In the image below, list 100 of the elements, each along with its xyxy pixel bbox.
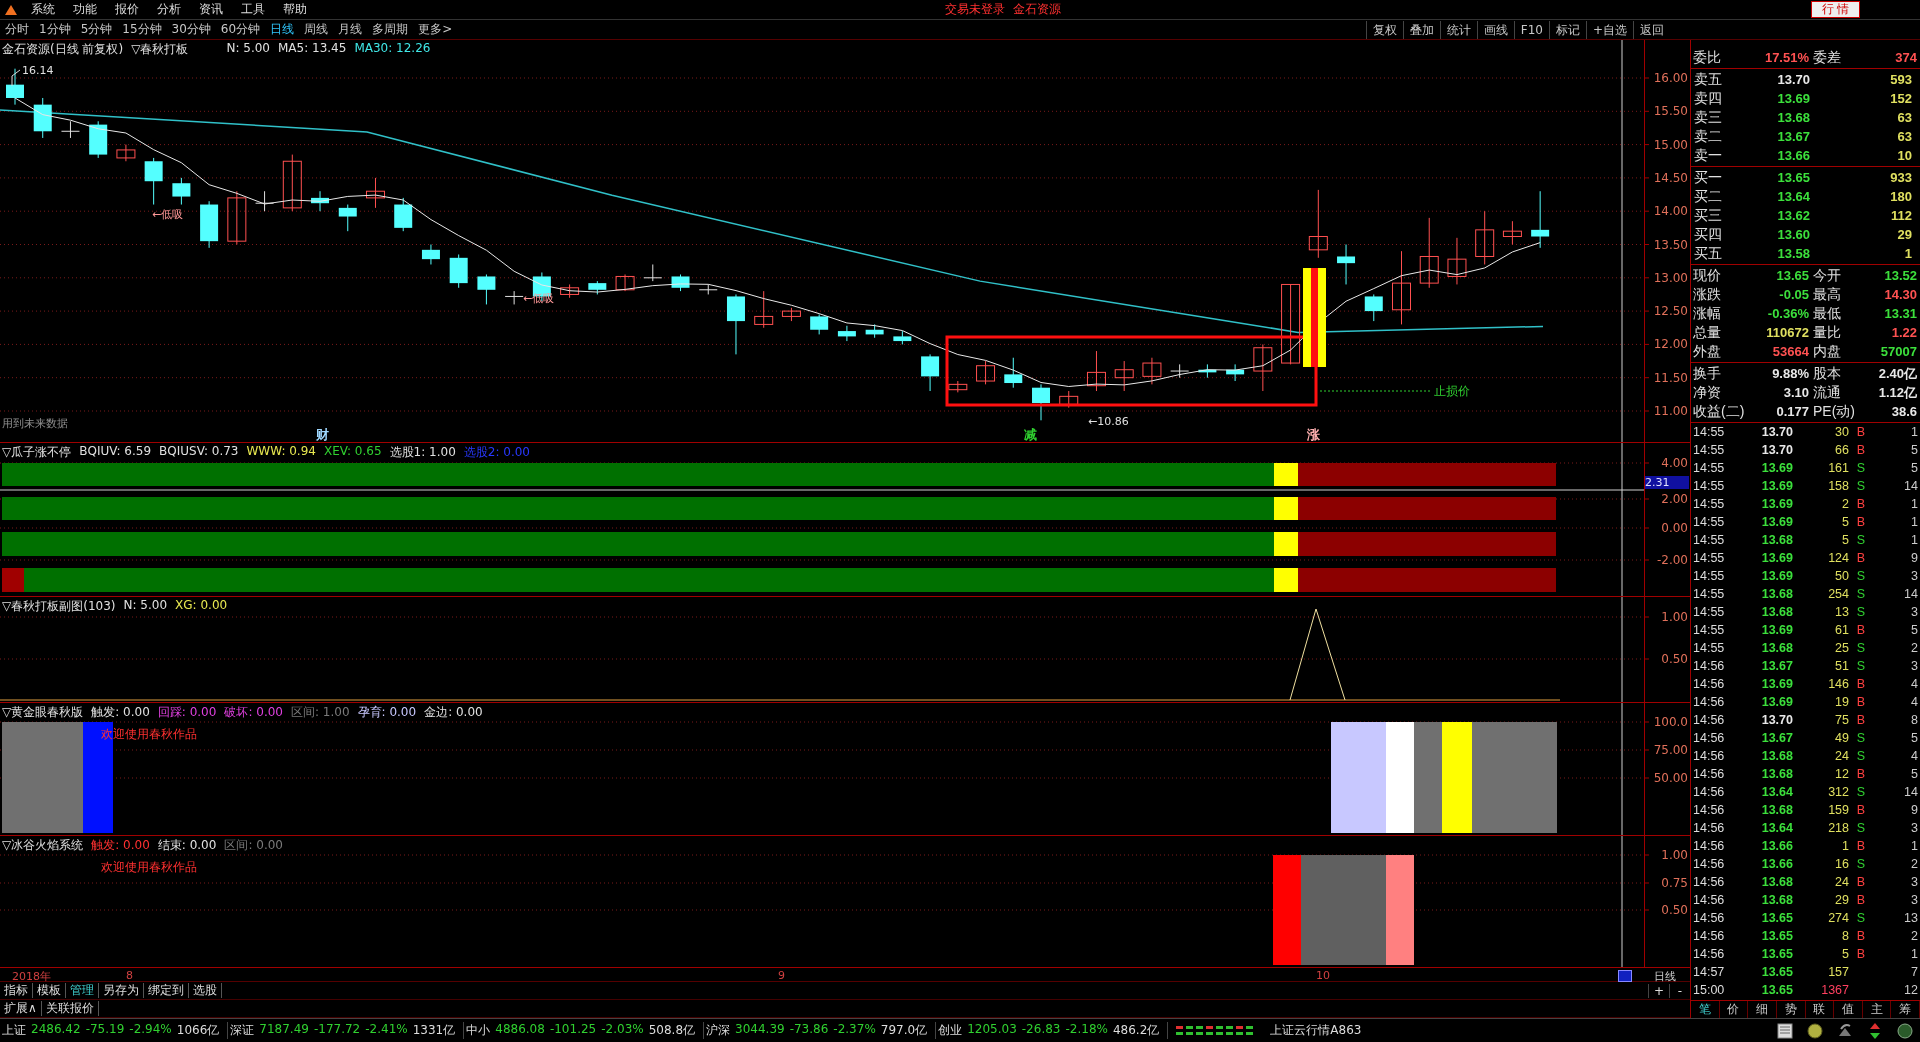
period-tab[interactable]: 1分钟 xyxy=(34,21,76,39)
tick-time: 14:56 xyxy=(1693,947,1726,962)
candlestick xyxy=(1086,350,1106,392)
candlestick xyxy=(615,274,635,292)
order-volume: 63 xyxy=(1896,110,1912,126)
coin-icon[interactable] xyxy=(1806,1021,1824,1040)
period-tab[interactable]: 多周期 xyxy=(367,21,414,39)
toolbar-button[interactable]: 统计 xyxy=(1439,20,1477,39)
cloud-status: 上证云行情A863 xyxy=(1269,1022,1362,1040)
zoom-button[interactable]: + xyxy=(1648,983,1669,998)
tick-price: 13.67 xyxy=(1760,659,1793,674)
index-percent: -2.18% xyxy=(1065,1022,1108,1039)
indicator-tab[interactable]: 管理 xyxy=(66,983,99,999)
index-amount: 797.0亿 xyxy=(880,1022,928,1040)
quote-value: 374 xyxy=(1894,50,1917,66)
period-tab[interactable]: 15分钟 xyxy=(117,21,167,39)
menu-item[interactable]: 系统 xyxy=(22,1,64,19)
order-volume: 180 xyxy=(1889,189,1912,205)
quote-label: 涨跌 xyxy=(1693,286,1721,304)
extra-tab[interactable]: 关联报价 xyxy=(41,1001,99,1017)
toolbar-button[interactable]: 叠加 xyxy=(1402,20,1440,39)
candlestick xyxy=(60,120,80,139)
order-level-label: 买二 xyxy=(1694,188,1722,206)
indicator-value: 触发: 0.00 xyxy=(91,704,150,722)
tick-direction: B xyxy=(1855,623,1867,638)
period-tab[interactable]: 周线 xyxy=(299,21,334,39)
tick-price: 13.65 xyxy=(1760,929,1793,944)
tick-time: 14:56 xyxy=(1693,839,1726,854)
tick-price: 13.70 xyxy=(1760,713,1793,728)
tick-volume: 2 xyxy=(1841,497,1849,512)
order-level-label: 卖四 xyxy=(1694,90,1722,108)
axis-toggle-button[interactable] xyxy=(1618,970,1632,983)
status-knob-icon[interactable] xyxy=(1896,1021,1914,1040)
indicator-value: N: 5.00 xyxy=(123,598,168,615)
menu-item[interactable]: 资讯 xyxy=(190,1,232,19)
period-tab[interactable]: 日线 xyxy=(265,21,300,39)
period-label: 日线 xyxy=(1654,969,1676,985)
tick-direction: B xyxy=(1855,425,1867,440)
indicator-tab[interactable]: 模板 xyxy=(33,983,66,999)
order-volume: 593 xyxy=(1889,72,1912,88)
menu-item[interactable]: 功能 xyxy=(64,1,106,19)
extra-tab[interactable]: 扩展∧ xyxy=(0,1001,42,1017)
order-volume: 29 xyxy=(1896,227,1912,243)
period-tab[interactable]: 分时 xyxy=(0,21,34,39)
high-marker: 16.14 xyxy=(22,64,54,78)
tick-price: 13.67 xyxy=(1760,731,1793,746)
menu-item[interactable]: 分析 xyxy=(148,1,190,19)
indicator-tab[interactable]: 另存为 xyxy=(99,983,144,999)
toolbar-button[interactable]: 返回 xyxy=(1633,20,1670,39)
tick-price: 13.66 xyxy=(1760,839,1793,854)
panel-title: ▽冰谷火焰系统 xyxy=(2,837,84,855)
index-amount: 508.8亿 xyxy=(648,1022,696,1040)
panel-title: ▽黄金眼春秋版 xyxy=(2,704,84,722)
toolbar-button[interactable]: 画线 xyxy=(1476,20,1514,39)
menu-item[interactable]: 帮助 xyxy=(274,1,316,19)
tick-time: 15:00 xyxy=(1693,983,1726,998)
menu-item[interactable]: 工具 xyxy=(232,1,274,19)
period-tab[interactable]: 月线 xyxy=(333,21,368,39)
indicator-tab[interactable]: 指标 xyxy=(0,983,33,999)
index-name: 深证 xyxy=(230,1022,255,1040)
period-tab[interactable]: 5分钟 xyxy=(75,21,118,39)
toolbar-button[interactable]: +自选 xyxy=(1585,20,1633,39)
axis-label: 13.00 xyxy=(1653,270,1688,285)
quote-value: 57007 xyxy=(1879,344,1917,360)
indicator-tab[interactable]: 绑定到 xyxy=(144,983,189,999)
indicator-tab[interactable]: 选股 xyxy=(189,983,222,999)
tick-volume: 5 xyxy=(1841,533,1849,548)
period-tab[interactable]: 30分钟 xyxy=(166,21,216,39)
tick-count: 13 xyxy=(1903,911,1919,926)
low-marker: ←10.86 xyxy=(1088,415,1129,429)
menu-item[interactable]: 报价 xyxy=(106,1,148,19)
index-percent: -2.37% xyxy=(833,1022,876,1039)
toolbar-button[interactable]: 复权 xyxy=(1365,20,1403,39)
tick-volume: 25 xyxy=(1834,641,1849,656)
tick-count: 3 xyxy=(1910,821,1919,836)
tick-price: 13.69 xyxy=(1760,623,1793,638)
period-tab[interactable]: 60分钟 xyxy=(215,21,266,39)
list-icon[interactable] xyxy=(1776,1021,1794,1040)
toolbar-button[interactable]: 标记 xyxy=(1548,20,1586,39)
tick-price: 13.69 xyxy=(1760,515,1793,530)
index-value: 1205.03 xyxy=(967,1022,1017,1039)
tick-count: 2 xyxy=(1910,929,1919,944)
order-level-label: 买三 xyxy=(1694,207,1722,225)
quote-button[interactable]: 行 情 xyxy=(1810,1,1860,19)
quote-value: -0.05 xyxy=(1778,287,1809,303)
tick-time: 14:55 xyxy=(1693,533,1726,548)
tick-time: 14:55 xyxy=(1693,497,1726,512)
order-price: 13.58 xyxy=(1776,246,1810,262)
tick-price: 13.69 xyxy=(1760,497,1793,512)
order-price: 13.69 xyxy=(1776,91,1810,107)
order-price: 13.64 xyxy=(1776,189,1810,205)
candlestick xyxy=(1531,190,1550,249)
tick-volume: 24 xyxy=(1834,749,1849,764)
tick-price: 13.68 xyxy=(1760,533,1793,548)
period-tab[interactable]: 更多> xyxy=(413,21,458,39)
toolbar-button[interactable]: F10 xyxy=(1513,20,1549,39)
indicator-value: WWW: 0.94 xyxy=(246,444,316,461)
order-price: 13.65 xyxy=(1776,170,1810,186)
tick-price: 13.69 xyxy=(1760,461,1793,476)
quote-label: 净资 xyxy=(1693,384,1721,402)
